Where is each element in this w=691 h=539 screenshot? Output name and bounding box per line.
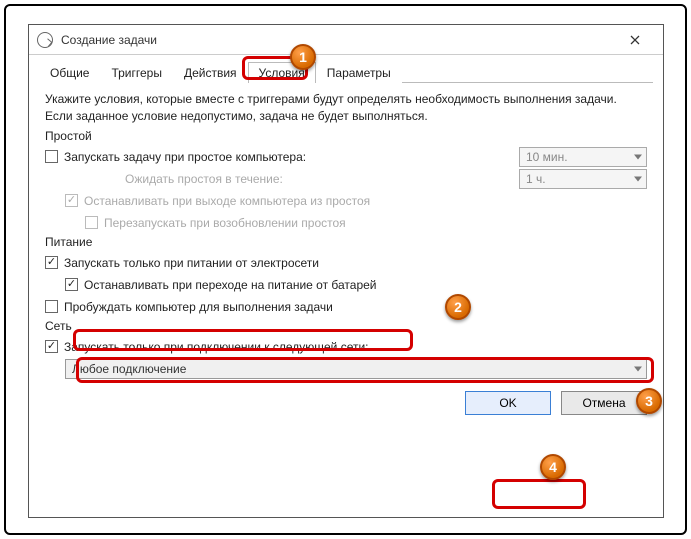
label-wait-for-idle: Ожидать простоя в течение:: [125, 172, 283, 186]
conditions-description: Укажите условия, которые вместе с тригге…: [45, 91, 647, 125]
label-start-when-idle: Запускать задачу при простое компьютера:: [64, 150, 306, 164]
tab-settings[interactable]: Параметры: [316, 62, 402, 83]
tab-actions[interactable]: Действия: [173, 62, 248, 83]
checkbox-wake[interactable]: [45, 300, 58, 313]
close-icon: [630, 35, 640, 45]
label-restart-on-idle: Перезапускать при возобновлении простоя: [104, 216, 346, 230]
create-task-dialog: Создание задачи Общие Триггеры Действия …: [28, 24, 664, 518]
tab-triggers[interactable]: Триггеры: [100, 62, 173, 83]
chevron-down-icon: [634, 154, 642, 159]
ok-button[interactable]: OK: [465, 391, 551, 415]
label-start-on-network: Запускать только при подключении к следу…: [64, 340, 369, 354]
titlebar: Создание задачи: [29, 25, 663, 55]
checkbox-start-on-network[interactable]: [45, 340, 58, 353]
tab-general[interactable]: Общие: [39, 62, 100, 83]
select-idle-time: 10 мин.: [519, 147, 647, 167]
checkbox-start-when-idle[interactable]: [45, 150, 58, 163]
checkbox-restart-on-idle: [85, 216, 98, 229]
section-power: Питание: [45, 235, 647, 251]
scheduler-icon: [37, 32, 53, 48]
close-button[interactable]: [615, 26, 655, 54]
label-stop-if-not-idle: Останавливать при выходе компьютера из п…: [84, 194, 370, 208]
checkbox-stop-if-not-idle: [65, 194, 78, 207]
section-network: Сеть: [45, 319, 647, 335]
tab-bar: Общие Триггеры Действия Условия Параметр…: [39, 61, 653, 83]
label-wake: Пробуждать компьютер для выполнения зада…: [64, 300, 333, 314]
chevron-down-icon: [634, 176, 642, 181]
cancel-button[interactable]: Отмена: [561, 391, 647, 415]
checkbox-ac-only[interactable]: [45, 256, 58, 269]
select-network-value: Любое подключение: [72, 362, 186, 376]
section-idle: Простой: [45, 129, 647, 145]
tab-conditions[interactable]: Условия: [248, 62, 316, 83]
label-stop-on-battery: Останавливать при переходе на питание от…: [84, 278, 377, 292]
window-title: Создание задачи: [61, 33, 157, 47]
checkbox-stop-on-battery[interactable]: [65, 278, 78, 291]
chevron-down-icon: [634, 366, 642, 371]
select-network[interactable]: Любое подключение: [65, 359, 647, 379]
label-ac-only: Запускать только при питании от электрос…: [64, 256, 319, 270]
select-wait-time: 1 ч.: [519, 169, 647, 189]
